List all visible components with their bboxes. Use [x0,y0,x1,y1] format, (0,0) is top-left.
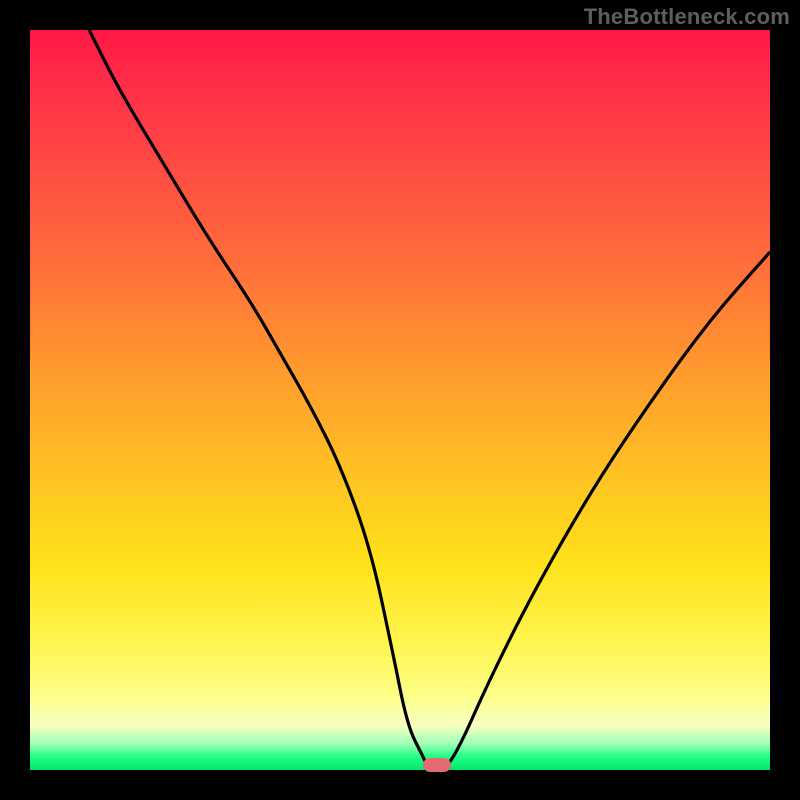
optimal-marker [423,758,451,772]
bottleneck-curve [30,30,770,770]
curve-path [89,30,770,770]
watermark-text: TheBottleneck.com [584,4,790,30]
chart-frame: TheBottleneck.com [0,0,800,800]
plot-area [30,30,770,770]
